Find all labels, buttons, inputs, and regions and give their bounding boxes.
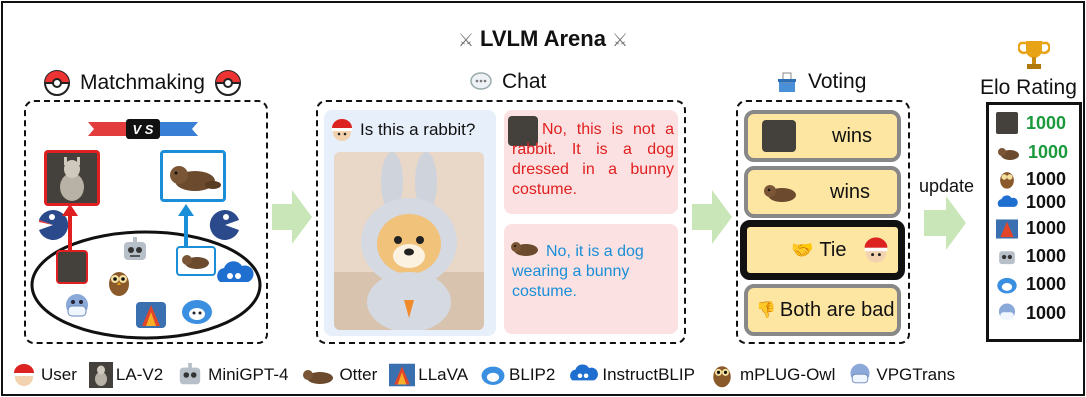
vote-label: wins: [830, 180, 871, 203]
vs-banner: V S: [88, 119, 198, 139]
elo-row: 1000: [996, 112, 1066, 134]
elo-row: 1000: [996, 142, 1068, 163]
speech-bubble-icon: [470, 72, 492, 90]
robot-icon: [179, 362, 201, 385]
model-a-avatar: [44, 150, 100, 206]
robot-icon: [124, 237, 146, 260]
legend-item: BLIP2: [480, 363, 555, 387]
masked-robot-icon: [66, 294, 88, 317]
elo-value: 1000: [1026, 302, 1067, 323]
elo-row: 1000: [996, 168, 1066, 190]
elo-value: 1000: [1026, 168, 1067, 189]
legend-item: User: [10, 361, 77, 389]
vote-label: wins: [832, 124, 873, 147]
dog-photo: [334, 152, 484, 330]
legend-item: LLaVA: [389, 363, 468, 387]
elo-value: 1000: [1026, 112, 1067, 133]
cloud-robot-icon: [997, 194, 1018, 207]
legend-item: VPGTrans: [847, 362, 955, 388]
owl-icon: [109, 272, 129, 296]
blip2-icon: [182, 300, 212, 324]
otter-icon: [303, 370, 334, 384]
trophy-icon: [1018, 41, 1050, 69]
otter-icon: [998, 147, 1019, 160]
masked-robot-icon: [850, 363, 870, 384]
robot-icon: [999, 250, 1015, 264]
llava-icon: [389, 363, 416, 387]
elo-value: 1000: [1026, 192, 1067, 212]
legend-item: LA-V2: [88, 362, 163, 388]
vote-both-bad-button[interactable]: 👎 Both are bad: [744, 284, 901, 336]
flow-arrow: [692, 190, 732, 244]
otter-icon: [170, 166, 221, 191]
legend-item: MiniGPT-4: [175, 362, 288, 388]
handshake-icon: 🤝: [791, 239, 814, 260]
llama-icon: [996, 112, 1018, 134]
llama-icon: [47, 153, 97, 203]
vote-label: Both are bad: [779, 298, 895, 321]
elo-row: 1000: [996, 192, 1066, 213]
figure-title: ⚔ LVLM Arena ⚔: [457, 26, 629, 51]
user-question: Is this a rabbit?: [360, 120, 476, 139]
pokeball-icon: [44, 70, 70, 96]
elo-row: 1000: [996, 246, 1066, 267]
elo-row: 1000: [996, 274, 1066, 295]
llava-icon: [136, 302, 166, 328]
cloud-robot-icon: [570, 364, 599, 381]
elo-row: 1000: [996, 218, 1066, 239]
elo-value: 1000: [1026, 246, 1067, 266]
user-avatar-icon: [14, 364, 34, 386]
model-a-reply: No, this is not a rabbit. It is a dog dr…: [512, 121, 674, 198]
elo-value: 1000: [1028, 142, 1069, 162]
vote-model-a-wins-button[interactable]: wins: [744, 110, 901, 162]
matchmaking-heading: Matchmaking: [44, 70, 241, 96]
crossed-swords-icon: ⚔: [457, 30, 475, 50]
llava-icon: [996, 218, 1018, 239]
flow-arrow: [924, 196, 966, 250]
chat-heading: Chat: [470, 70, 546, 94]
blip2-icon: [997, 277, 1017, 293]
voting-heading: Voting: [776, 70, 866, 94]
masked-robot-icon: [998, 303, 1016, 320]
vote-label: Tie: [819, 238, 847, 261]
ballot-box-icon: [778, 72, 796, 92]
llama-icon: [88, 362, 113, 388]
vote-model-b-wins-button[interactable]: wins: [744, 166, 901, 218]
crossed-swords-icon: ⚔: [611, 30, 629, 50]
legend: User LA-V2 MiniGPT-4 Otter LLaVA BLIP2 I…: [10, 361, 967, 389]
legend-item: Otter: [300, 364, 377, 386]
legend-item: InstructBLIP: [567, 362, 695, 388]
elo-value: 1000: [1026, 218, 1067, 238]
vote-tie-button[interactable]: 🤝 Tie: [740, 220, 905, 280]
otter-icon: [764, 185, 796, 202]
model-b-avatar: [160, 150, 226, 202]
owl-icon: [713, 366, 731, 388]
cloud-robot-icon: [217, 261, 254, 282]
legend-item: mPLUG-Owl: [707, 361, 835, 389]
llama-icon: [762, 120, 796, 152]
pokeball-icon: [214, 70, 241, 96]
flow-arrow: [272, 190, 312, 244]
user-avatar-icon: [865, 237, 888, 263]
elo-row: 1000: [996, 302, 1066, 324]
update-label: update: [919, 176, 975, 196]
otter-icon: [176, 246, 216, 276]
blip2-icon: [481, 366, 505, 385]
thumbs-down-icon: 👎: [756, 302, 776, 319]
elo-value: 1000: [1026, 274, 1067, 294]
elo-heading: Elo Rating: [980, 76, 1077, 99]
svg-text:V S: V S: [133, 122, 154, 137]
user-avatar-icon: [332, 119, 352, 141]
owl-icon: [1000, 172, 1014, 189]
llama-icon: [56, 250, 88, 284]
model-b-reply: No, it is a dog wearing a bunny costume.: [512, 243, 644, 300]
